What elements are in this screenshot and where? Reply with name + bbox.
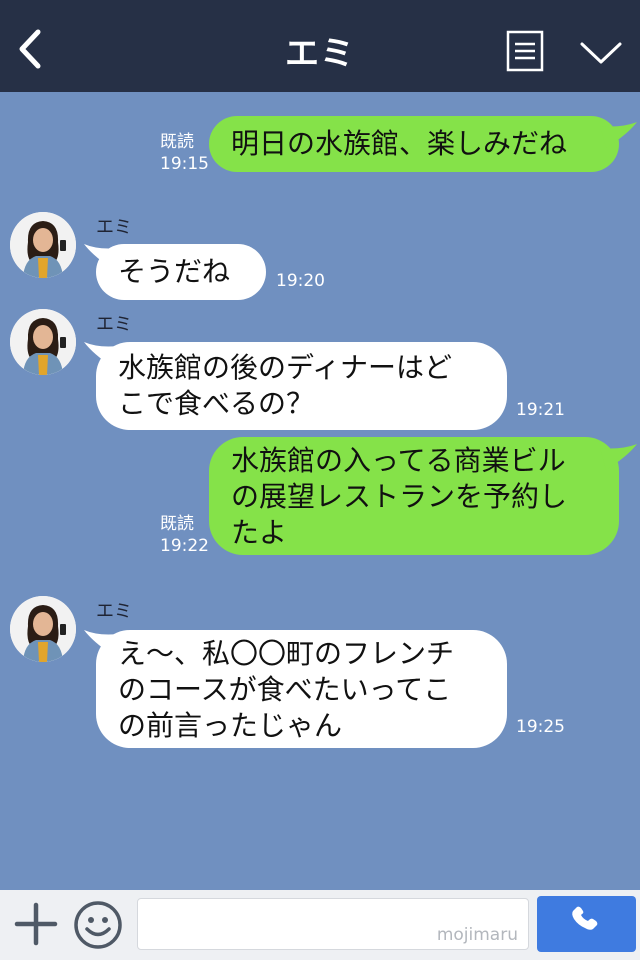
message-text-line: 水族館の後のディナーはど bbox=[118, 351, 453, 384]
message-text-line: 明日の水族館、楽しみだね bbox=[231, 127, 568, 160]
sender-name: エミ bbox=[96, 217, 132, 238]
message-meta: 既読 19:15 bbox=[160, 131, 209, 175]
message-input[interactable]: mojimaru bbox=[137, 898, 529, 950]
menu-icon[interactable] bbox=[506, 30, 544, 72]
message-text-line: そうだね bbox=[118, 255, 231, 288]
message-bubble-received[interactable]: 水族館の後のディナーはど こで食べるの？ bbox=[96, 342, 507, 430]
plus-icon[interactable] bbox=[14, 902, 58, 946]
bubble-tail bbox=[600, 122, 637, 148]
message-time: 19:15 bbox=[160, 154, 209, 174]
chat-title: エミ bbox=[285, 34, 355, 74]
phone-icon bbox=[572, 906, 598, 930]
message-time: 19:20 bbox=[276, 271, 325, 291]
avatar[interactable] bbox=[10, 309, 76, 375]
message-time: 19:25 bbox=[516, 717, 565, 737]
message-text-line: 水族館の入ってる商業ビル bbox=[231, 444, 566, 477]
sender-name: エミ bbox=[96, 601, 132, 622]
sender-name: エミ bbox=[96, 314, 132, 335]
message-text-line: たよ bbox=[231, 516, 288, 549]
call-button[interactable] bbox=[537, 896, 636, 952]
message-bubble-received[interactable]: え〜、私〇〇町のフレンチ のコースが食べたいってこ の前言ったじゃん bbox=[96, 630, 507, 748]
message-text-line: の前言ったじゃん bbox=[118, 709, 343, 742]
watermark-text: mojimaru bbox=[436, 925, 518, 945]
read-label: 既読 bbox=[160, 514, 194, 534]
message-time: 19:22 bbox=[160, 536, 209, 556]
avatar[interactable] bbox=[10, 212, 76, 278]
message-text-line: こで食べるの？ bbox=[118, 387, 315, 420]
message-text-line: の展望レストランを予約し bbox=[231, 480, 568, 513]
message-text-line: え〜、私〇〇町のフレンチ bbox=[118, 637, 455, 670]
message-meta: 既読 19:22 bbox=[160, 513, 209, 557]
message-list: 既読 19:15 明日の水族館、楽しみだね エミ そうだね 19:20 エミ 水… bbox=[0, 92, 640, 890]
chevron-down-icon[interactable] bbox=[578, 36, 624, 68]
read-label: 既読 bbox=[160, 132, 194, 152]
message-text-line: のコースが食べたいってこ bbox=[118, 673, 452, 706]
message-bubble-received[interactable]: そうだね bbox=[96, 244, 266, 300]
message-bubble-sent[interactable]: 水族館の入ってる商業ビル の展望レストランを予約し たよ bbox=[209, 437, 619, 555]
bubble-tail bbox=[600, 444, 637, 470]
avatar[interactable] bbox=[10, 596, 76, 662]
smile-icon[interactable] bbox=[73, 900, 123, 950]
message-time: 19:21 bbox=[516, 400, 565, 420]
message-bubble-sent[interactable]: 明日の水族館、楽しみだね bbox=[209, 116, 619, 172]
chat-header: エミ bbox=[0, 0, 640, 92]
